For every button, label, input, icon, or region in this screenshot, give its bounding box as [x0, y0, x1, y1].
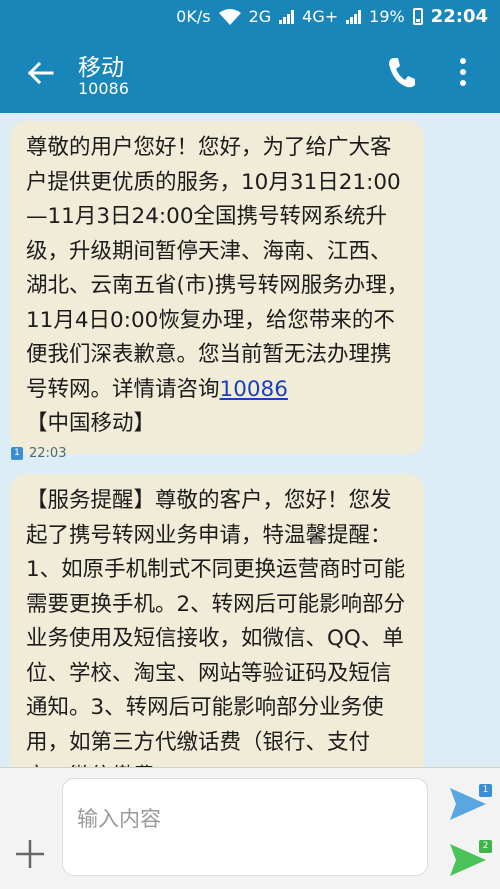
- compose-bar: 输入内容 1 2: [0, 767, 500, 889]
- wifi-icon: [218, 8, 241, 25]
- network-4g-label: 4G+: [302, 7, 339, 26]
- message-signature: 【中国移动】: [26, 411, 156, 436]
- contact-name: 移动: [78, 55, 124, 81]
- message-list[interactable]: 尊敬的用户您好！您好，为了给广大客户提供更优质的服务，10月31日21:00—1…: [0, 113, 500, 767]
- status-bar: 0K/s 2G 4G+ 19% 22:04: [0, 0, 500, 33]
- sim2-badge: 2: [479, 840, 492, 853]
- network-2g-label: 2G: [248, 7, 272, 26]
- message-text: 【服务提醒】尊敬的客户，您好！您发起了携号转网业务申请，特温馨提醒：1、如原手机…: [26, 488, 406, 767]
- more-options-icon[interactable]: [452, 55, 474, 89]
- message-input[interactable]: 输入内容: [62, 778, 428, 876]
- sim1-badge: 1: [479, 784, 492, 797]
- signal-4g-icon: [346, 9, 362, 24]
- message-bubble[interactable]: 尊敬的用户您好！您好，为了给广大客户提供更优质的服务，10月31日21:00—1…: [10, 121, 424, 454]
- phone-number-link[interactable]: 10086: [220, 377, 288, 402]
- phone-icon[interactable]: [386, 55, 416, 89]
- message-text: 尊敬的用户您好！您好，为了给广大客户提供更优质的服务，10月31日21:00—1…: [26, 135, 409, 402]
- message-meta: 1 22:03: [11, 446, 66, 461]
- battery-icon: [412, 8, 423, 25]
- conversation-header: 移动 10086: [0, 33, 500, 113]
- battery-percent: 19%: [369, 7, 405, 26]
- attach-plus-icon[interactable]: [14, 838, 46, 870]
- net-speed: 0K/s: [176, 7, 211, 26]
- signal-2g-icon: [279, 9, 295, 24]
- sim-card-icon: 1: [11, 447, 23, 460]
- message-time: 22:03: [29, 446, 67, 461]
- contact-number: 10086: [78, 79, 129, 98]
- message-bubble[interactable]: 【服务提醒】尊敬的客户，您好！您发起了携号转网业务申请，特温馨提醒：1、如原手机…: [10, 474, 424, 767]
- back-arrow-icon[interactable]: [24, 57, 56, 89]
- message-input-placeholder: 输入内容: [77, 807, 161, 831]
- clock: 22:04: [430, 6, 488, 27]
